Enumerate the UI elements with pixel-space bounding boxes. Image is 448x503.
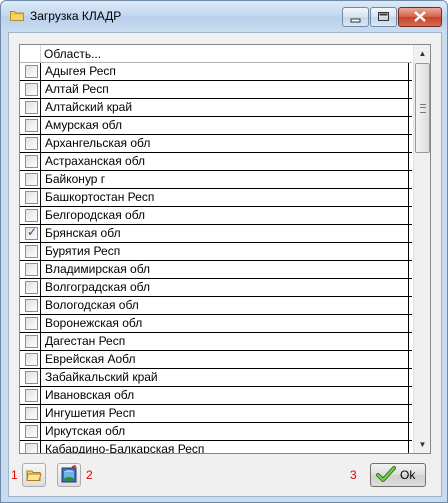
row-checkbox[interactable] bbox=[25, 191, 38, 204]
vertical-scrollbar[interactable]: ▲ ▼ bbox=[413, 45, 430, 453]
region-name: Башкортостан Респ bbox=[40, 189, 409, 206]
row-checkbox[interactable] bbox=[25, 119, 38, 132]
row-checkbox[interactable] bbox=[25, 65, 38, 78]
region-name: Воронежская обл bbox=[40, 315, 409, 332]
check-icon: ✓ bbox=[27, 225, 38, 239]
region-name: Вологодская обл bbox=[40, 297, 409, 314]
region-name: Белгородская обл bbox=[40, 207, 409, 224]
table-row[interactable]: Башкортостан Респ bbox=[20, 189, 412, 207]
ok-button[interactable]: Ok bbox=[370, 463, 426, 487]
maximize-icon bbox=[378, 12, 389, 21]
close-icon bbox=[414, 11, 426, 22]
table-row[interactable]: Воронежская обл bbox=[20, 315, 412, 333]
row-checkbox[interactable] bbox=[25, 317, 38, 330]
region-name: Байконур г bbox=[40, 171, 409, 188]
row-checkbox[interactable] bbox=[25, 173, 38, 186]
row-checkbox[interactable] bbox=[25, 281, 38, 294]
table-row[interactable]: Кабардино-Балкарская Респ bbox=[20, 441, 412, 453]
region-name: Алтай Респ bbox=[40, 81, 409, 98]
row-checkbox[interactable] bbox=[25, 443, 38, 453]
region-name: Забайкальский край bbox=[40, 369, 409, 386]
table-row[interactable]: Вологодская обл bbox=[20, 297, 412, 315]
row-checkbox[interactable] bbox=[25, 371, 38, 384]
table-row[interactable]: Ивановская обл bbox=[20, 387, 412, 405]
region-name: Амурская обл bbox=[40, 117, 409, 134]
maximize-button[interactable] bbox=[370, 7, 397, 27]
open-folder-button[interactable] bbox=[22, 463, 46, 487]
table-row[interactable]: Амурская обл bbox=[20, 117, 412, 135]
region-name: Архангельская обл bbox=[40, 135, 409, 152]
row-checkbox[interactable] bbox=[25, 335, 38, 348]
minimize-icon bbox=[350, 18, 361, 23]
database-import-icon bbox=[61, 465, 77, 483]
window-title: Загрузка КЛАДР bbox=[30, 9, 122, 23]
folder-open-icon bbox=[26, 470, 42, 481]
region-name: Владимирская обл bbox=[40, 261, 409, 278]
region-name: Кабардино-Балкарская Респ bbox=[40, 441, 409, 453]
window-client: Область... Адыгея Респ Алтай Респ Алтайски… bbox=[8, 32, 442, 497]
table-row[interactable]: Адыгея Респ bbox=[20, 63, 412, 81]
marker-3: 3 bbox=[350, 468, 357, 482]
row-checkbox[interactable] bbox=[25, 245, 38, 258]
header-separator bbox=[40, 45, 41, 62]
region-name: Еврейская Аобл bbox=[40, 351, 409, 368]
row-checkbox[interactable] bbox=[25, 209, 38, 222]
row-checkbox[interactable] bbox=[25, 407, 38, 420]
region-name: Дагестан Респ bbox=[40, 333, 409, 350]
row-checkbox[interactable] bbox=[25, 263, 38, 276]
title-bar[interactable]: Загрузка КЛАДР bbox=[1, 1, 447, 31]
region-grid: Область... Адыгея Респ Алтай Респ Алтайски… bbox=[19, 44, 431, 454]
table-row[interactable]: Иркутская обл bbox=[20, 423, 412, 441]
row-checkbox[interactable] bbox=[25, 137, 38, 150]
table-row[interactable]: Алтайский край bbox=[20, 99, 412, 117]
row-checkbox[interactable] bbox=[25, 425, 38, 438]
table-row[interactable]: Алтай Респ bbox=[20, 81, 412, 99]
table-row[interactable]: Владимирская обл bbox=[20, 261, 412, 279]
ok-button-label: Ok bbox=[400, 468, 416, 482]
table-row[interactable]: Астраханская обл bbox=[20, 153, 412, 171]
table-row[interactable]: Дагестан Респ bbox=[20, 333, 412, 351]
folder-icon bbox=[10, 11, 24, 21]
scroll-thumb[interactable] bbox=[415, 63, 430, 153]
close-button[interactable] bbox=[398, 7, 442, 27]
scroll-up-icon[interactable]: ▲ bbox=[415, 46, 430, 61]
scroll-down-icon[interactable]: ▼ bbox=[415, 437, 430, 452]
row-checkbox[interactable] bbox=[25, 83, 38, 96]
table-row[interactable]: Ингушетия Респ bbox=[20, 405, 412, 423]
checkmark-icon bbox=[376, 466, 396, 482]
region-name: Иркутская обл bbox=[40, 423, 409, 440]
region-name: Брянская обл bbox=[40, 225, 409, 242]
region-name: Астраханская обл bbox=[40, 153, 409, 170]
table-row[interactable]: Бурятия Респ bbox=[20, 243, 412, 261]
table-row[interactable]: Забайкальский край bbox=[20, 369, 412, 387]
region-name: Волгоградская обл bbox=[40, 279, 409, 296]
table-row[interactable]: Белгородская обл bbox=[20, 207, 412, 225]
row-checkbox[interactable] bbox=[25, 155, 38, 168]
grid-header: Область... bbox=[20, 45, 412, 63]
row-checkbox[interactable] bbox=[25, 101, 38, 114]
region-name: Бурятия Респ bbox=[40, 243, 409, 260]
table-row[interactable]: Волгоградская обл bbox=[20, 279, 412, 297]
row-checkbox[interactable]: ✓ bbox=[25, 225, 38, 240]
row-checkbox[interactable] bbox=[25, 353, 38, 366]
region-name: Алтайский край bbox=[40, 99, 409, 116]
marker-2: 2 bbox=[86, 468, 93, 482]
column-header-region[interactable]: Область... bbox=[44, 47, 101, 61]
import-button[interactable] bbox=[57, 463, 81, 487]
table-row[interactable]: Еврейская Аобл bbox=[20, 351, 412, 369]
table-row[interactable]: Байконур г bbox=[20, 171, 412, 189]
row-checkbox[interactable] bbox=[25, 389, 38, 402]
marker-1: 1 bbox=[11, 468, 18, 482]
row-checkbox[interactable] bbox=[25, 299, 38, 312]
region-name: Ивановская обл bbox=[40, 387, 409, 404]
grid-rows: Адыгея Респ Алтай Респ Алтайский край Амурс… bbox=[20, 63, 412, 453]
region-name: Ингушетия Респ bbox=[40, 405, 409, 422]
region-name: Адыгея Респ bbox=[40, 63, 409, 80]
table-row[interactable]: Архангельская обл bbox=[20, 135, 412, 153]
minimize-button[interactable] bbox=[342, 7, 369, 27]
kladr-window: Загрузка КЛАДР Область... Адыгея Респ Алт… bbox=[0, 0, 448, 503]
table-row[interactable]: ✓ Брянская обл bbox=[20, 225, 412, 243]
grip-icon bbox=[420, 104, 426, 113]
